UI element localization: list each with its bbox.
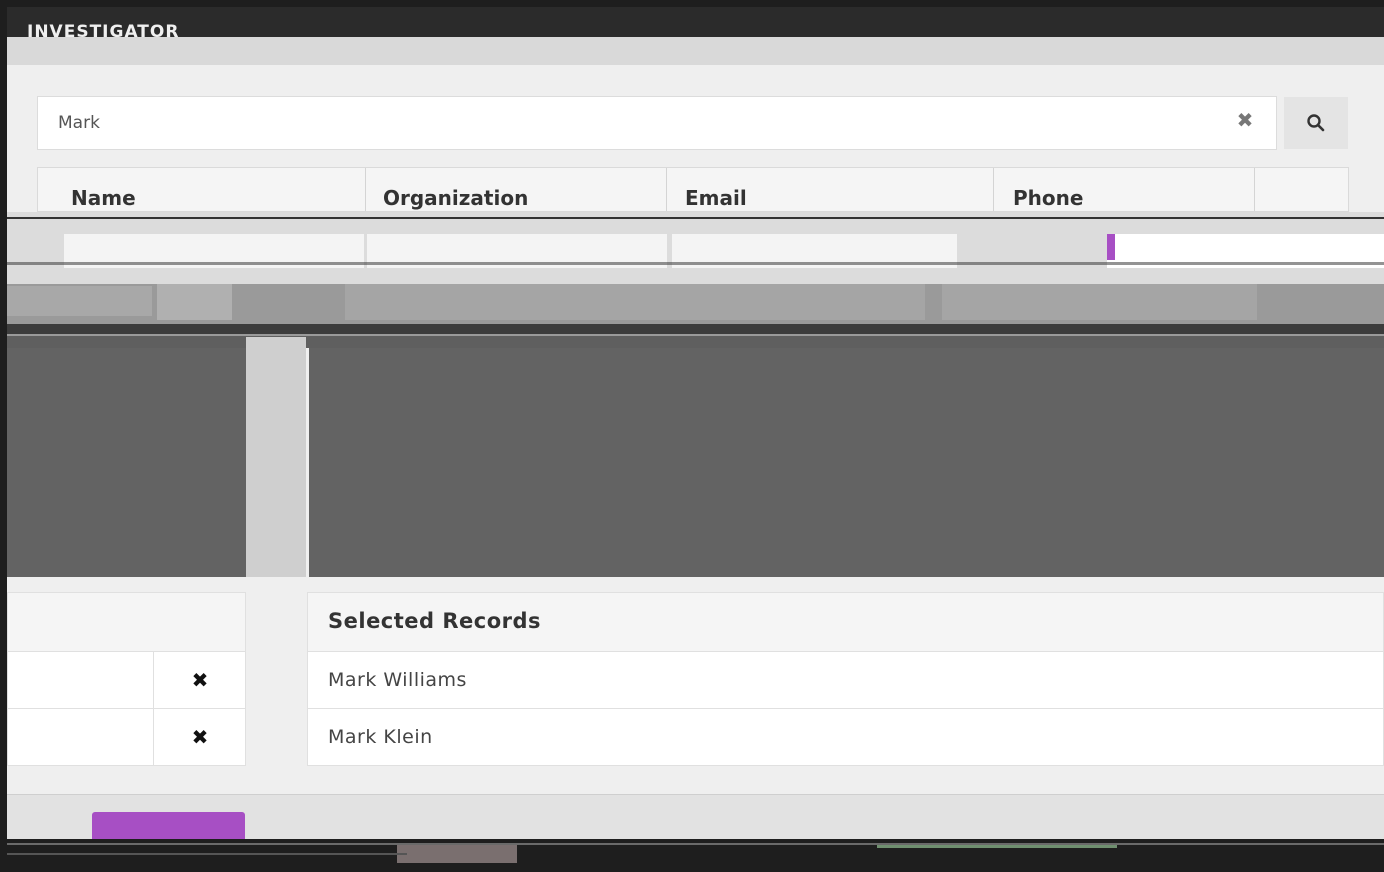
remove-panel-header (8, 593, 245, 652)
search-icon (1307, 114, 1325, 132)
list-item: ✖ (8, 709, 245, 766)
remove-record-button[interactable]: ✖ (153, 652, 246, 708)
column-divider (1254, 168, 1255, 211)
corrupted-results-row (7, 212, 1384, 270)
selected-record-name: Mark Williams (328, 669, 467, 691)
column-divider (365, 168, 366, 211)
search-button[interactable] (1284, 97, 1348, 149)
list-item[interactable]: Mark Klein (308, 709, 1383, 766)
corrupted-footer-strip (7, 839, 1384, 865)
search-input[interactable] (56, 107, 1210, 139)
remove-actions-panel: ✖ ✖ (7, 592, 246, 766)
remove-record-button[interactable]: ✖ (153, 709, 246, 765)
glitch-block (942, 284, 1257, 320)
close-icon: ✖ (191, 668, 209, 692)
selected-record-name: Mark Klein (328, 726, 433, 748)
list-item: ✖ (8, 652, 245, 709)
placeholder-panel-right (309, 348, 1384, 577)
toolbar-strip (7, 37, 1384, 65)
corrupted-results-row (7, 270, 1384, 348)
glitch-line (7, 262, 1384, 265)
glitch-block (345, 284, 925, 320)
glitch-accent (1107, 234, 1115, 260)
glitch-line (7, 324, 1384, 334)
column-header-organization[interactable]: Organization (383, 186, 528, 210)
glitch-block (7, 270, 1384, 284)
selected-records-header: Selected Records (308, 593, 1383, 652)
column-divider (993, 168, 994, 211)
close-icon: ✖ (191, 725, 209, 749)
footer-divider (7, 794, 1384, 795)
search-field[interactable]: ✖ (37, 96, 1277, 150)
glitch-line (7, 853, 407, 855)
glitch-block (7, 286, 152, 316)
close-icon[interactable]: ✖ (1234, 109, 1256, 131)
glitch-column (246, 337, 306, 577)
selected-records-panel: Selected Records Mark Williams Mark Klei… (307, 592, 1384, 766)
list-item[interactable]: Mark Williams (308, 652, 1383, 709)
column-header-email[interactable]: Email (685, 186, 747, 210)
results-table-header: Name Organization Email Phone (37, 167, 1349, 212)
glitch-line (877, 845, 1117, 848)
glitch-line (7, 843, 1384, 845)
column-divider (666, 168, 667, 211)
title-bar: INVESTIGATOR (7, 7, 1384, 42)
column-header-name[interactable]: Name (71, 186, 136, 210)
selected-records-title: Selected Records (328, 609, 542, 633)
investigator-dialog: INVESTIGATOR ✖ Name Organization Email P… (7, 7, 1384, 865)
glitch-block (397, 845, 517, 863)
glitch-block (157, 284, 232, 320)
glitch-block (7, 336, 1384, 348)
column-header-phone[interactable]: Phone (1013, 186, 1083, 210)
placeholder-panel-left (7, 348, 246, 577)
glitch-line (7, 217, 1384, 219)
